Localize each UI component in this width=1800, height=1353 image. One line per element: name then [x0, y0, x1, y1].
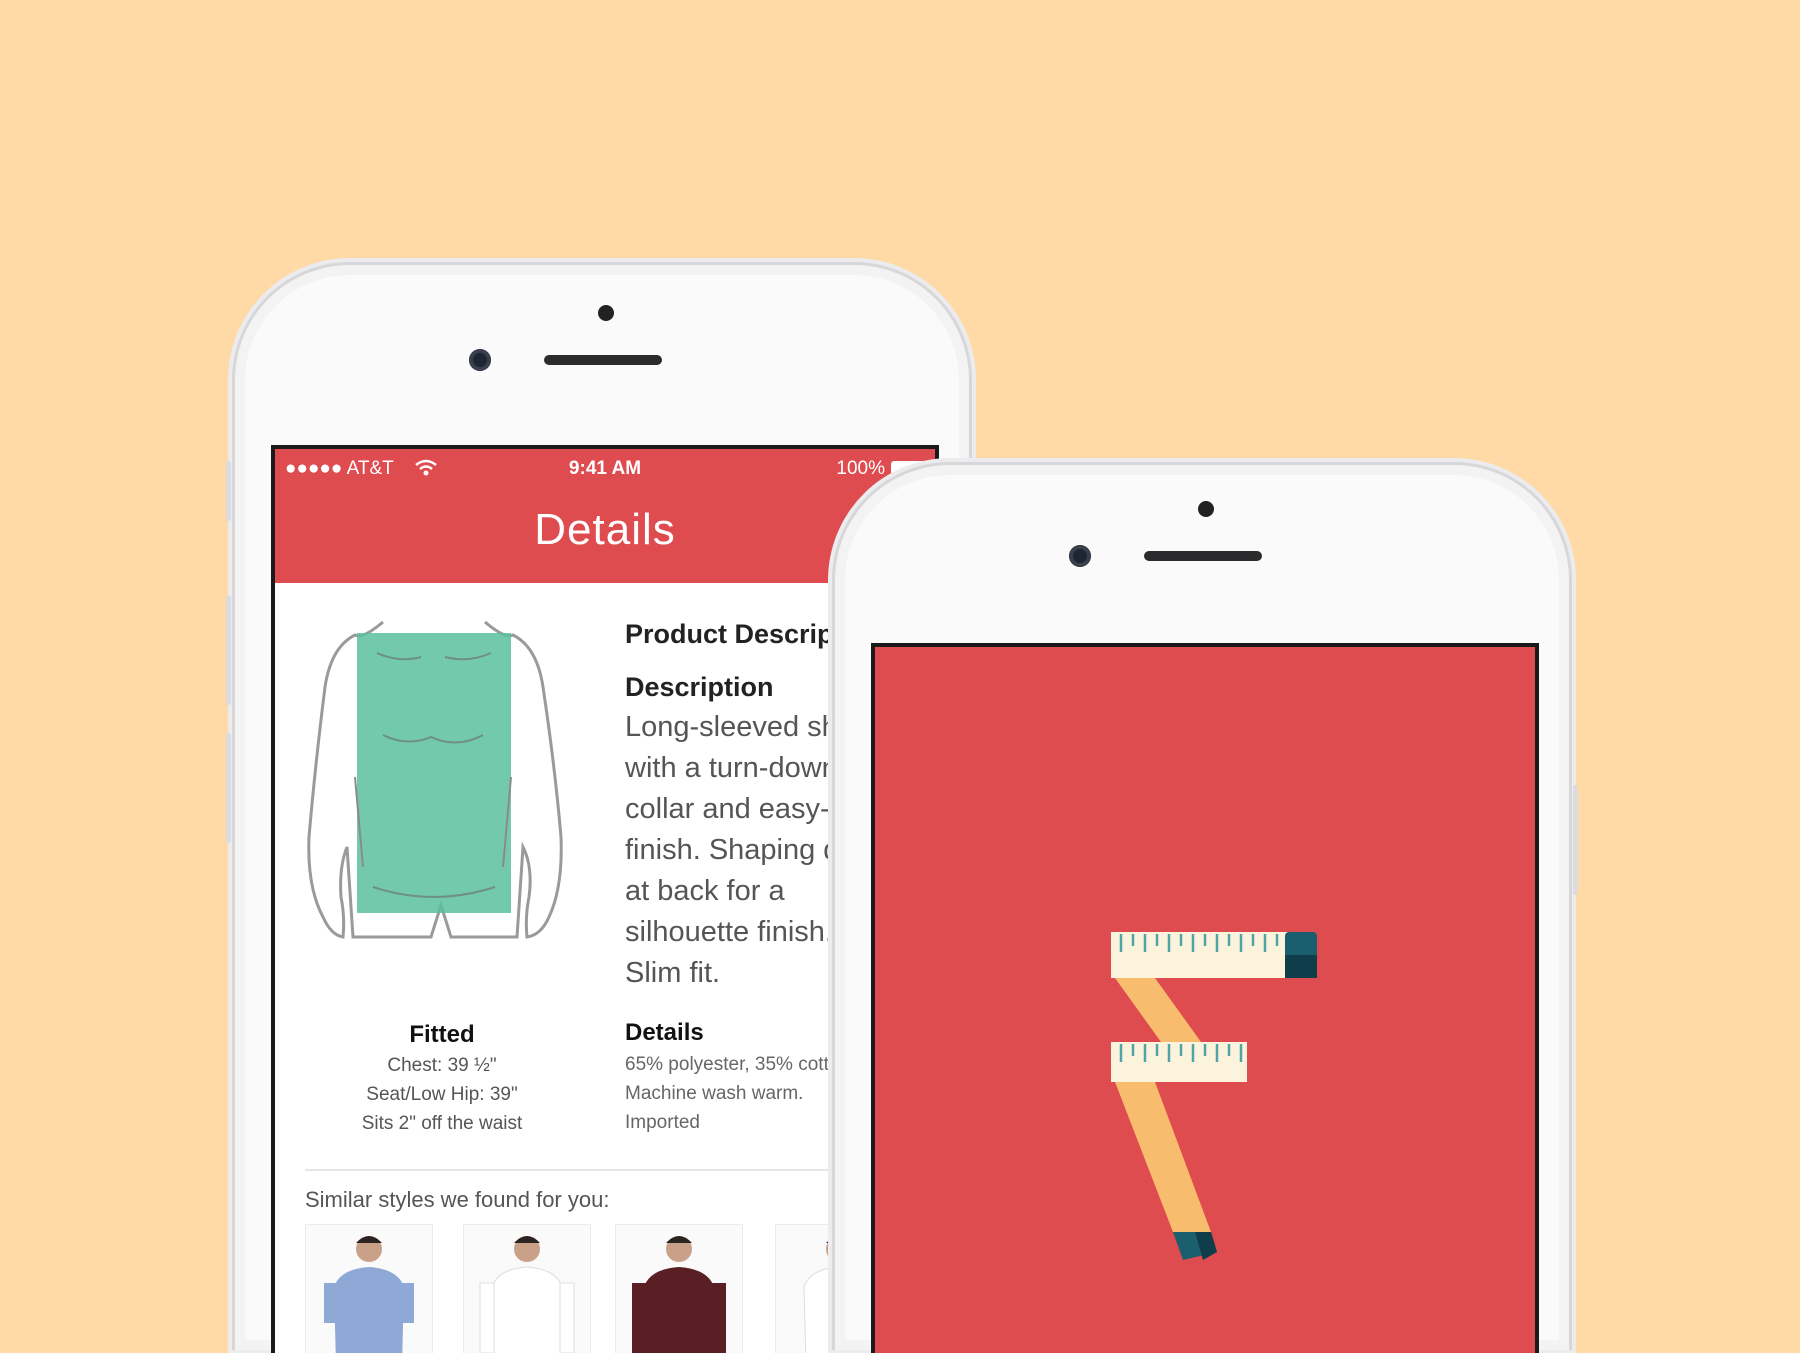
details-title: Details: [625, 1019, 704, 1046]
fit-info: Fitted Chest: 39 ½" Seat/Low Hip: 39" Si…: [301, 1019, 583, 1138]
details-text: 65% polyester, 35% cotton Machine wash w…: [625, 1050, 850, 1137]
proximity-sensor: [1198, 501, 1214, 517]
tape-measure-logo-icon: [1111, 932, 1317, 1260]
status-bar: ●●●●● AT&T 9:41 AM 100%: [275, 449, 935, 489]
model-photo: [479, 1236, 575, 1353]
battery-percent: 100%: [836, 458, 885, 479]
similar-item-3[interactable]: [615, 1224, 743, 1353]
power-button: [1573, 785, 1578, 895]
fit-area-highlight: [357, 633, 511, 913]
similar-styles-label: Similar styles we found for you:: [305, 1187, 610, 1212]
earpiece-speaker: [1144, 551, 1262, 561]
volume-up-button: [226, 595, 231, 705]
fit-waist: Sits 2" off the waist: [361, 1113, 523, 1134]
phone-right: [832, 462, 1578, 1353]
model-photo: [324, 1236, 414, 1353]
front-camera-icon: [469, 349, 491, 371]
front-camera-icon: [1069, 545, 1091, 567]
earpiece-speaker: [544, 355, 662, 365]
fit-chest: Chest: 39 ½": [387, 1055, 497, 1076]
details-line: 65% polyester, 35% cotton: [625, 1054, 850, 1075]
details-line: Imported: [625, 1112, 700, 1133]
mute-switch: [226, 461, 231, 521]
volume-down-button: [226, 733, 231, 843]
similar-item-1[interactable]: [305, 1224, 433, 1353]
model-photo: [632, 1236, 726, 1353]
body-fit-illustration: [307, 620, 563, 939]
fit-hip: Seat/Low Hip: 39": [366, 1084, 518, 1105]
details-line: Machine wash warm.: [625, 1083, 804, 1104]
proximity-sensor: [598, 305, 614, 321]
splash-screen: [871, 643, 1539, 1353]
similar-item-2[interactable]: [463, 1224, 591, 1353]
fit-title: Fitted: [409, 1021, 475, 1048]
